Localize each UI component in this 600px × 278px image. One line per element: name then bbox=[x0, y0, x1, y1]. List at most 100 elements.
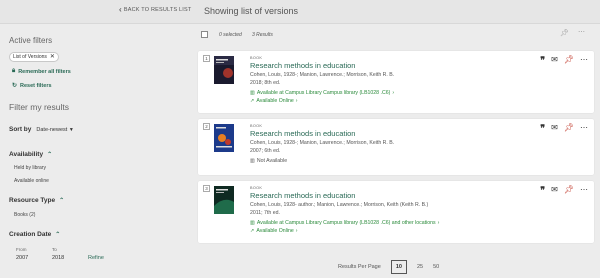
availability-text: Available at Campus Library Campus libra… bbox=[256, 90, 391, 96]
link-icon: ↗ bbox=[250, 98, 255, 104]
record-number[interactable]: 2 bbox=[203, 123, 210, 130]
availability-link[interactable]: ▥ Available at Campus Library Campus lib… bbox=[250, 220, 439, 226]
record-actions: ❞ ✉ 📌︎ ⋯ bbox=[540, 186, 588, 195]
chevron-up-icon: ⌃ bbox=[47, 152, 53, 158]
availability-text: Not Available bbox=[256, 158, 288, 164]
availability-link[interactable]: ▥ Available at Campus Library Campus lib… bbox=[250, 90, 394, 96]
record-type: BOOK bbox=[250, 56, 263, 60]
pin-icon[interactable]: 📌︎ bbox=[564, 56, 574, 64]
reset-label: Reset filters bbox=[20, 82, 52, 89]
record-edition: 2007; 6th ed. bbox=[250, 148, 281, 154]
results-per-page: Results Per Page 10 25 50 bbox=[338, 260, 439, 274]
availability-status: ▥ Not Available bbox=[250, 158, 287, 164]
barcode-icon: ▥ bbox=[250, 158, 255, 164]
facet-availability-heading: Availability bbox=[9, 151, 44, 158]
chevron-right-icon: › bbox=[392, 90, 395, 96]
record-edition: 2018; 8th ed. bbox=[250, 80, 281, 86]
results-area: 0 selected 3 Results 📌︎ ⋯ 1 BOOK Researc… bbox=[196, 24, 600, 278]
lock-icon: 🔒︎ bbox=[12, 68, 16, 74]
email-icon[interactable]: ✉ bbox=[551, 56, 558, 64]
book-cover-image[interactable] bbox=[214, 124, 234, 152]
pager-label: Results Per Page bbox=[338, 264, 381, 270]
record-number[interactable]: 1 bbox=[203, 55, 210, 62]
pin-icon[interactable]: 📌︎ bbox=[560, 29, 569, 37]
sort-label: Sort by bbox=[9, 126, 32, 133]
record-actions: ❞ ✉ 📌︎ ⋯ bbox=[540, 124, 588, 133]
remember-label: Remember all filters bbox=[18, 68, 71, 75]
sort-value: Date-newest bbox=[36, 126, 68, 133]
result-card: 1 BOOK Research methods in education Coh… bbox=[198, 51, 594, 113]
refine-button[interactable]: Refine bbox=[88, 255, 104, 261]
facet-resource-type-heading: Resource Type bbox=[9, 197, 56, 204]
record-number[interactable]: 3 bbox=[203, 185, 210, 192]
online-text: Available Online bbox=[256, 98, 294, 104]
citation-icon[interactable]: ❞ bbox=[540, 56, 545, 65]
barcode-icon: ▥ bbox=[250, 220, 255, 226]
chevron-left-icon: ‹ bbox=[119, 5, 122, 14]
facet-item-books[interactable]: Books (2) bbox=[14, 212, 35, 218]
date-to-label: To bbox=[52, 247, 57, 252]
date-to-input[interactable]: 2018 bbox=[52, 255, 64, 261]
record-title[interactable]: Research methods in education bbox=[250, 61, 355, 70]
select-all-checkbox[interactable] bbox=[201, 31, 208, 38]
reset-filters-button[interactable]: ↻ Reset filters bbox=[12, 82, 52, 90]
active-filters-heading: Active filters bbox=[9, 36, 53, 45]
page-size-10[interactable]: 10 bbox=[390, 260, 407, 274]
dropdown-icon: ▼ bbox=[68, 126, 74, 133]
back-label: BACK TO RESULTS LIST bbox=[123, 7, 192, 13]
chevron-up-icon: ⌃ bbox=[59, 198, 65, 204]
active-filter-chip: List of Versions ✕ bbox=[9, 52, 59, 62]
chevron-right-icon: › bbox=[437, 220, 440, 226]
top-bar: ‹ BACK TO RESULTS LIST Showing list of v… bbox=[0, 0, 600, 24]
facet-item-held-by-library[interactable]: Held by library bbox=[14, 165, 46, 171]
record-type: BOOK bbox=[250, 186, 263, 190]
results-count: 3 Results bbox=[252, 32, 273, 38]
facet-creation-date[interactable]: Creation Date ⌃ bbox=[9, 231, 60, 238]
chevron-right-icon: › bbox=[295, 228, 298, 234]
page-title: Showing list of versions bbox=[204, 6, 299, 16]
remove-filter-icon[interactable]: ✕ bbox=[50, 53, 55, 61]
sort-control: Sort by Date-newest ▼ bbox=[9, 126, 74, 133]
date-from-label: From bbox=[16, 247, 27, 252]
email-icon[interactable]: ✉ bbox=[551, 124, 558, 132]
pin-icon[interactable]: 📌︎ bbox=[564, 186, 574, 194]
results-bar: 0 selected 3 Results 📌︎ ⋯ bbox=[196, 24, 600, 46]
reset-icon: ↻ bbox=[12, 83, 18, 89]
chevron-up-icon: ⌃ bbox=[55, 232, 61, 238]
link-icon: ↗ bbox=[250, 228, 255, 234]
page-size-50[interactable]: 50 bbox=[433, 264, 439, 270]
remember-filters-button[interactable]: 🔒︎ Remember all filters bbox=[12, 68, 71, 75]
sort-select[interactable]: Date-newest ▼ bbox=[36, 127, 73, 133]
citation-icon[interactable]: ❞ bbox=[540, 186, 545, 195]
filter-heading: Filter my results bbox=[9, 102, 69, 112]
facet-availability[interactable]: Availability ⌃ bbox=[9, 151, 52, 158]
online-text: Available Online bbox=[256, 228, 294, 234]
record-authors: Cohen, Louis, 1928- author.; Manion, Law… bbox=[250, 202, 429, 208]
record-title[interactable]: Research methods in education bbox=[250, 191, 355, 200]
more-icon[interactable]: ⋯ bbox=[580, 56, 588, 64]
facet-item-available-online[interactable]: Available online bbox=[14, 178, 49, 184]
pin-icon[interactable]: 📌︎ bbox=[564, 124, 574, 132]
date-from-input[interactable]: 2007 bbox=[16, 255, 28, 261]
book-cover-image[interactable] bbox=[214, 56, 234, 84]
availability-text: Available at Campus Library Campus libra… bbox=[256, 220, 436, 226]
chip-label: List of Versions bbox=[13, 54, 47, 60]
result-card: 2 BOOK Research methods in education Coh… bbox=[198, 119, 594, 175]
record-edition: 2011; 7th ed. bbox=[250, 210, 280, 216]
more-icon[interactable]: ⋯ bbox=[580, 124, 588, 132]
record-authors: Cohen, Louis, 1928-; Manion, Lawrence.; … bbox=[250, 140, 395, 146]
barcode-icon: ▥ bbox=[250, 90, 255, 96]
more-icon[interactable]: ⋯ bbox=[580, 186, 588, 194]
record-title[interactable]: Research methods in education bbox=[250, 129, 355, 138]
online-link[interactable]: ↗ Available Online › bbox=[250, 98, 298, 104]
book-cover-image[interactable] bbox=[214, 186, 234, 214]
back-to-results-button[interactable]: ‹ BACK TO RESULTS LIST bbox=[119, 5, 192, 14]
online-link[interactable]: ↗ Available Online › bbox=[250, 228, 298, 234]
page-size-25[interactable]: 25 bbox=[417, 264, 423, 270]
more-icon[interactable]: ⋯ bbox=[578, 28, 585, 36]
email-icon[interactable]: ✉ bbox=[551, 186, 558, 194]
facet-resource-type[interactable]: Resource Type ⌃ bbox=[9, 197, 64, 204]
result-card: 3 BOOK Research methods in education Coh… bbox=[198, 181, 594, 243]
facet-creation-date-heading: Creation Date bbox=[9, 231, 52, 238]
citation-icon[interactable]: ❞ bbox=[540, 124, 545, 133]
